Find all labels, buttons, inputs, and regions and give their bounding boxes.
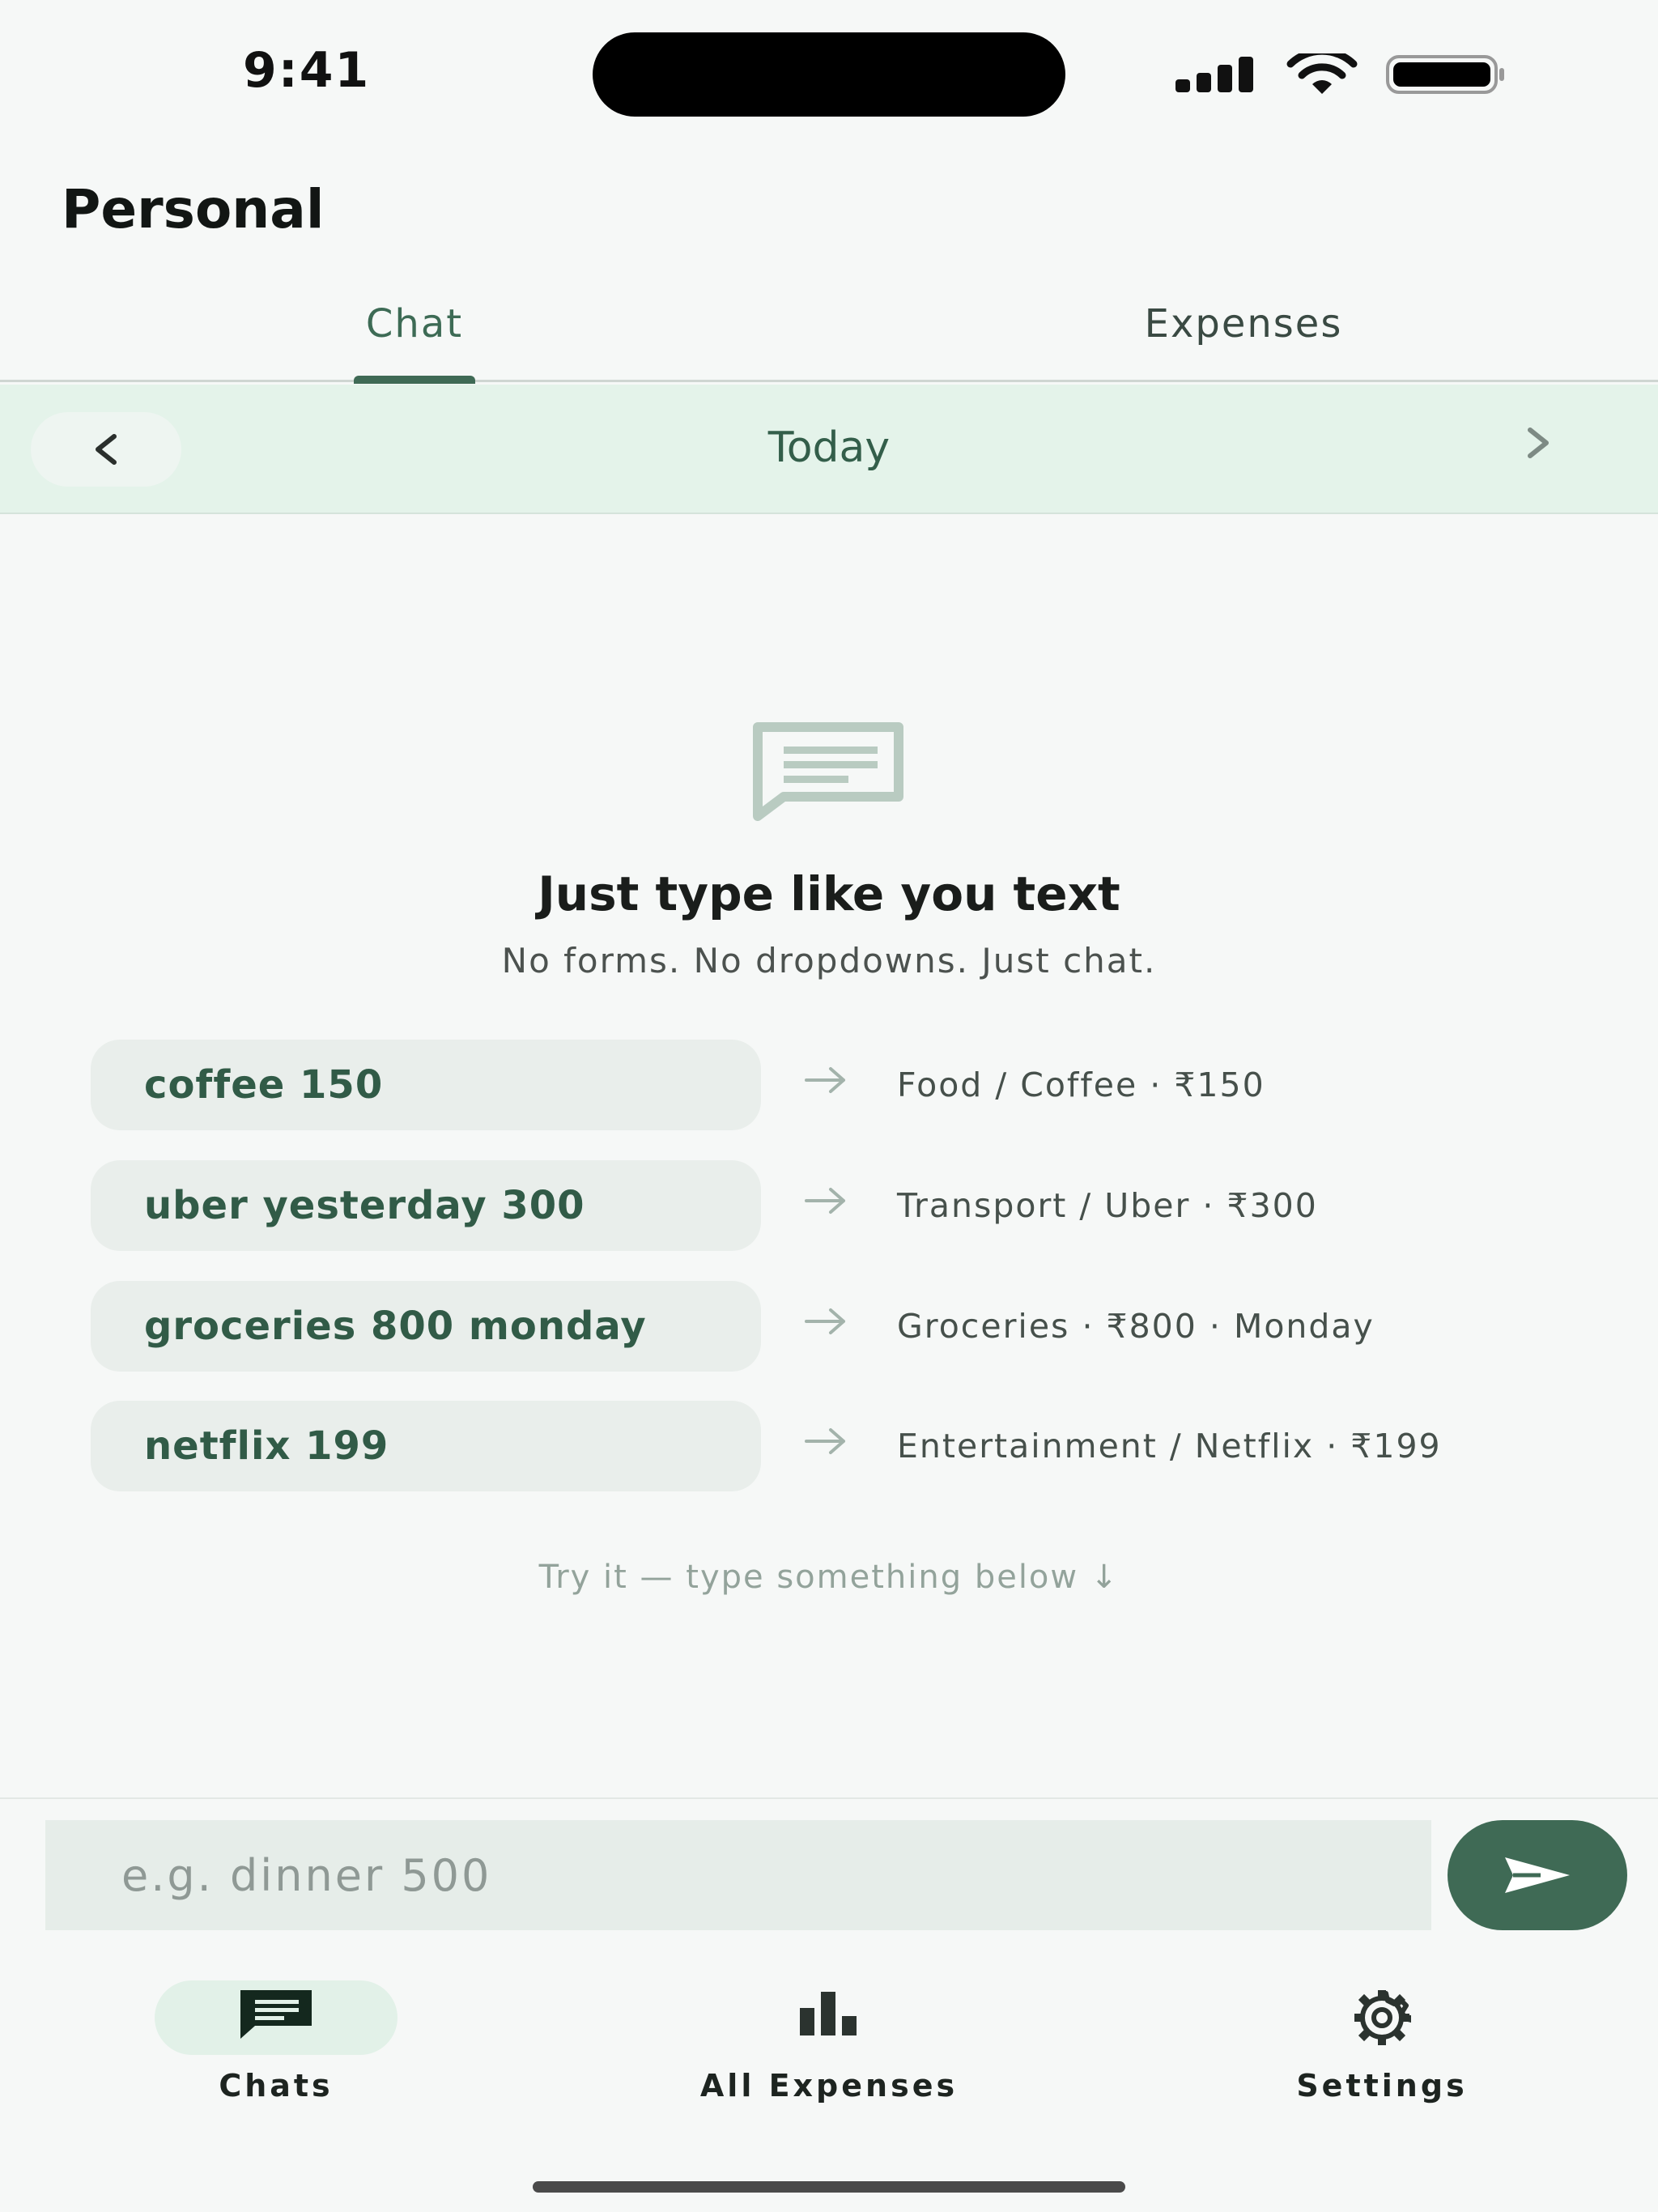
dynamic-island bbox=[593, 32, 1065, 117]
arrow-right-icon bbox=[805, 1308, 845, 1334]
example-row: coffee 150 Food / Coffee · ₹150 bbox=[91, 1040, 1629, 1130]
wifi-icon bbox=[1286, 53, 1358, 94]
chevron-right-icon[interactable] bbox=[1522, 423, 1554, 462]
battery-icon bbox=[1386, 55, 1504, 94]
example-result: Food / Coffee · ₹150 bbox=[897, 1066, 1265, 1104]
nav-label-settings: Settings bbox=[1296, 2068, 1468, 2104]
status-time: 9:41 bbox=[243, 42, 371, 99]
nav-item-chats[interactable]: Chats bbox=[0, 1967, 552, 2129]
tab-bar: Chat Expenses bbox=[0, 291, 1658, 384]
arrow-right-icon bbox=[805, 1067, 845, 1093]
send-icon bbox=[1505, 1857, 1570, 1893]
example-input-chip[interactable]: groceries 800 monday bbox=[91, 1281, 761, 1372]
date-label: Today bbox=[767, 423, 891, 472]
arrow-right-icon bbox=[805, 1428, 845, 1454]
bar-chart-icon bbox=[800, 1992, 857, 2035]
nav-item-all-expenses[interactable]: All Expenses bbox=[553, 1967, 1105, 2129]
message-composer bbox=[0, 1797, 1658, 1951]
bottom-navigation: Chats All Expenses Settings bbox=[0, 1967, 1658, 2129]
example-input-chip[interactable]: netflix 199 bbox=[91, 1401, 761, 1491]
example-row: netflix 199 Entertainment / Netflix · ₹1… bbox=[91, 1401, 1629, 1491]
nav-label-all-expenses: All Expenses bbox=[699, 2068, 959, 2104]
date-navigator: Today bbox=[0, 385, 1658, 514]
try-it-hint: Try it — type something below ↓ bbox=[538, 1559, 1120, 1596]
message-icon bbox=[753, 722, 903, 821]
chat-icon bbox=[240, 1990, 312, 2039]
tab-expenses[interactable]: Expenses bbox=[829, 301, 1658, 347]
empty-state-subtitle: No forms. No dropdowns. Just chat. bbox=[501, 941, 1157, 981]
example-result: Groceries · ₹800 · Monday bbox=[897, 1307, 1375, 1346]
arrow-right-icon bbox=[805, 1188, 845, 1214]
home-indicator[interactable] bbox=[533, 2181, 1125, 2193]
nav-item-settings[interactable]: Settings bbox=[1106, 1967, 1658, 2129]
example-row: uber yesterday 300 Transport / Uber · ₹3… bbox=[91, 1160, 1629, 1251]
tab-chat[interactable]: Chat bbox=[0, 301, 829, 347]
example-row: groceries 800 monday Groceries · ₹800 · … bbox=[91, 1281, 1629, 1372]
example-input-chip[interactable]: coffee 150 bbox=[91, 1040, 761, 1130]
signal-icon bbox=[1175, 57, 1253, 92]
status-bar: 9:41 bbox=[0, 0, 1658, 154]
nav-label-chats: Chats bbox=[219, 2068, 334, 2104]
active-tab-indicator bbox=[354, 376, 475, 384]
expense-input[interactable] bbox=[45, 1820, 1431, 1930]
gear-icon bbox=[1354, 1990, 1411, 2045]
send-button[interactable] bbox=[1448, 1820, 1627, 1930]
example-result: Transport / Uber · ₹300 bbox=[897, 1186, 1318, 1225]
example-result: Entertainment / Netflix · ₹199 bbox=[897, 1427, 1442, 1465]
empty-state-title: Just type like you text bbox=[538, 866, 1120, 921]
example-input-chip[interactable]: uber yesterday 300 bbox=[91, 1160, 761, 1251]
page-title: Personal bbox=[62, 178, 325, 240]
